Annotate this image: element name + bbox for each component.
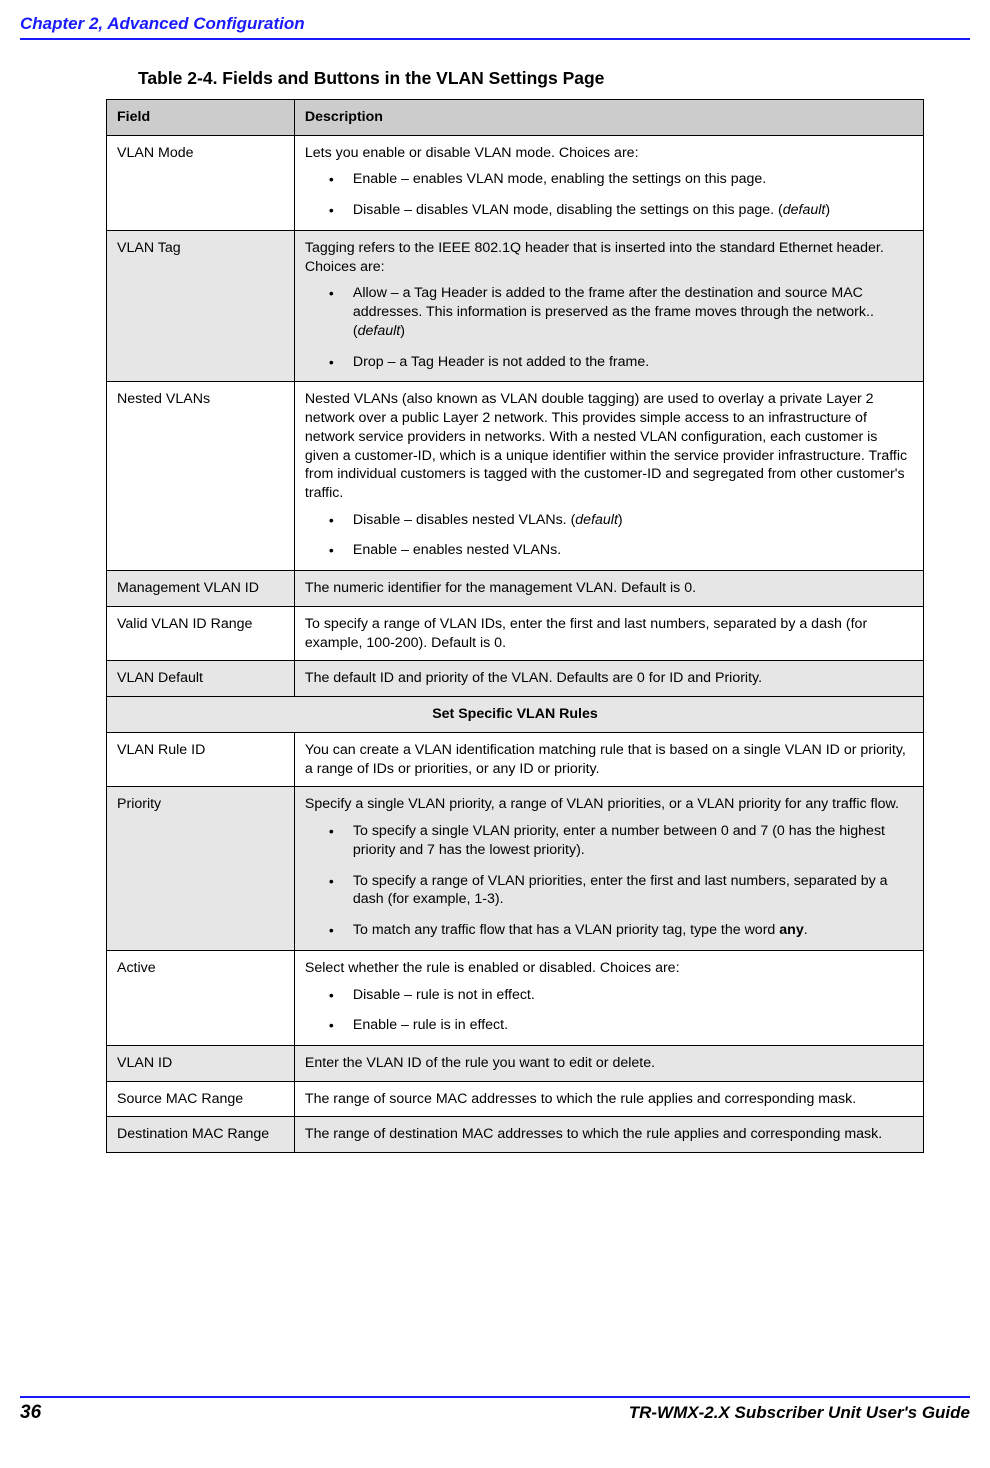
- emph: default: [575, 512, 618, 528]
- text: To match any traffic flow that has a VLA…: [353, 922, 779, 938]
- cell-text: Specify a single VLAN priority, a range …: [305, 795, 913, 814]
- bullet-list: To specify a single VLAN priority, enter…: [305, 822, 913, 940]
- desc-cell: Select whether the rule is enabled or di…: [294, 950, 923, 1045]
- list-item: Enable – enables nested VLANs.: [305, 541, 913, 560]
- desc-cell: Lets you enable or disable VLAN mode. Ch…: [294, 135, 923, 230]
- text: ): [618, 512, 623, 528]
- field-cell: VLAN ID: [107, 1045, 295, 1081]
- field-cell: Source MAC Range: [107, 1081, 295, 1117]
- desc-cell: Tagging refers to the IEEE 802.1Q header…: [294, 230, 923, 381]
- bullet-list: Allow – a Tag Header is added to the fra…: [305, 284, 913, 371]
- text: Allow – a Tag Header is added to the fra…: [353, 285, 874, 338]
- text: ): [825, 202, 830, 218]
- table-row: Active Select whether the rule is enable…: [107, 950, 924, 1045]
- field-cell: Valid VLAN ID Range: [107, 606, 295, 660]
- list-item: Drop – a Tag Header is not added to the …: [305, 353, 913, 372]
- field-cell: VLAN Rule ID: [107, 732, 295, 786]
- field-cell: Nested VLANs: [107, 382, 295, 571]
- desc-cell: Nested VLANs (also known as VLAN double …: [294, 382, 923, 571]
- list-item: Disable – disables nested VLANs. (defaul…: [305, 511, 913, 530]
- page-number: 36: [20, 1402, 41, 1424]
- desc-cell: The range of source MAC addresses to whi…: [294, 1081, 923, 1117]
- cell-text: Tagging refers to the IEEE 802.1Q header…: [305, 239, 913, 276]
- list-item: Enable – enables VLAN mode, enabling the…: [305, 170, 913, 189]
- desc-cell: The range of destination MAC addresses t…: [294, 1117, 923, 1153]
- footer-rule: [20, 1396, 970, 1398]
- vlan-settings-table: Field Description VLAN Mode Lets you ena…: [106, 99, 924, 1153]
- footer-guide-title: TR-WMX-2.X Subscriber Unit User's Guide: [629, 1403, 970, 1423]
- page-header: Chapter 2, Advanced Configuration: [20, 14, 970, 34]
- text: .: [804, 922, 808, 938]
- table-row: Nested VLANs Nested VLANs (also known as…: [107, 382, 924, 571]
- table-row: VLAN Default The default ID and priority…: [107, 661, 924, 697]
- list-item: To match any traffic flow that has a VLA…: [305, 921, 913, 940]
- table-caption: Table 2-4. Fields and Buttons in the VLA…: [138, 68, 924, 89]
- bullet-list: Enable – enables VLAN mode, enabling the…: [305, 170, 913, 219]
- bullet-list: Disable – disables nested VLANs. (defaul…: [305, 511, 913, 560]
- cell-text: Select whether the rule is enabled or di…: [305, 959, 913, 978]
- field-cell: Active: [107, 950, 295, 1045]
- field-cell: VLAN Mode: [107, 135, 295, 230]
- table-row: Valid VLAN ID Range To specify a range o…: [107, 606, 924, 660]
- section-header-row: Set Specific VLAN Rules: [107, 697, 924, 733]
- desc-cell: Enter the VLAN ID of the rule you want t…: [294, 1045, 923, 1081]
- text: Disable – disables VLAN mode, disabling …: [353, 202, 783, 218]
- header-rule: [20, 38, 970, 40]
- field-cell: VLAN Tag: [107, 230, 295, 381]
- text: Disable – disables nested VLANs. (: [353, 512, 575, 528]
- emph: default: [783, 202, 826, 218]
- desc-cell: The default ID and priority of the VLAN.…: [294, 661, 923, 697]
- content-area: Table 2-4. Fields and Buttons in the VLA…: [106, 62, 924, 1153]
- section-header: Set Specific VLAN Rules: [107, 697, 924, 733]
- field-cell: Destination MAC Range: [107, 1117, 295, 1153]
- page-container: Chapter 2, Advanced Configuration Table …: [0, 0, 990, 1468]
- cell-text: Lets you enable or disable VLAN mode. Ch…: [305, 144, 913, 163]
- list-item: Enable – rule is in effect.: [305, 1016, 913, 1035]
- desc-cell: You can create a VLAN identification mat…: [294, 732, 923, 786]
- field-cell: Priority: [107, 787, 295, 950]
- desc-cell: Specify a single VLAN priority, a range …: [294, 787, 923, 950]
- col-header-description: Description: [294, 100, 923, 136]
- table-row: VLAN Rule ID You can create a VLAN ident…: [107, 732, 924, 786]
- table-row: Destination MAC Range The range of desti…: [107, 1117, 924, 1153]
- field-cell: Management VLAN ID: [107, 571, 295, 607]
- text: ): [400, 323, 405, 339]
- bullet-list: Disable – rule is not in effect. Enable …: [305, 986, 913, 1035]
- list-item: Disable – rule is not in effect.: [305, 986, 913, 1005]
- table-row: Management VLAN ID The numeric identifie…: [107, 571, 924, 607]
- list-item: Disable – disables VLAN mode, disabling …: [305, 201, 913, 220]
- emph: default: [358, 323, 401, 339]
- bold: any: [779, 922, 803, 938]
- table-row: VLAN Tag Tagging refers to the IEEE 802.…: [107, 230, 924, 381]
- table-row: VLAN ID Enter the VLAN ID of the rule yo…: [107, 1045, 924, 1081]
- desc-cell: To specify a range of VLAN IDs, enter th…: [294, 606, 923, 660]
- field-cell: VLAN Default: [107, 661, 295, 697]
- col-header-field: Field: [107, 100, 295, 136]
- table-row: VLAN Mode Lets you enable or disable VLA…: [107, 135, 924, 230]
- list-item: To specify a range of VLAN priorities, e…: [305, 872, 913, 909]
- table-row: Source MAC Range The range of source MAC…: [107, 1081, 924, 1117]
- list-item: Allow – a Tag Header is added to the fra…: [305, 284, 913, 340]
- cell-text: Nested VLANs (also known as VLAN double …: [305, 390, 913, 502]
- table-row: Priority Specify a single VLAN priority,…: [107, 787, 924, 950]
- list-item: To specify a single VLAN priority, enter…: [305, 822, 913, 859]
- page-footer: 36 TR-WMX-2.X Subscriber Unit User's Gui…: [20, 1402, 970, 1424]
- desc-cell: The numeric identifier for the managemen…: [294, 571, 923, 607]
